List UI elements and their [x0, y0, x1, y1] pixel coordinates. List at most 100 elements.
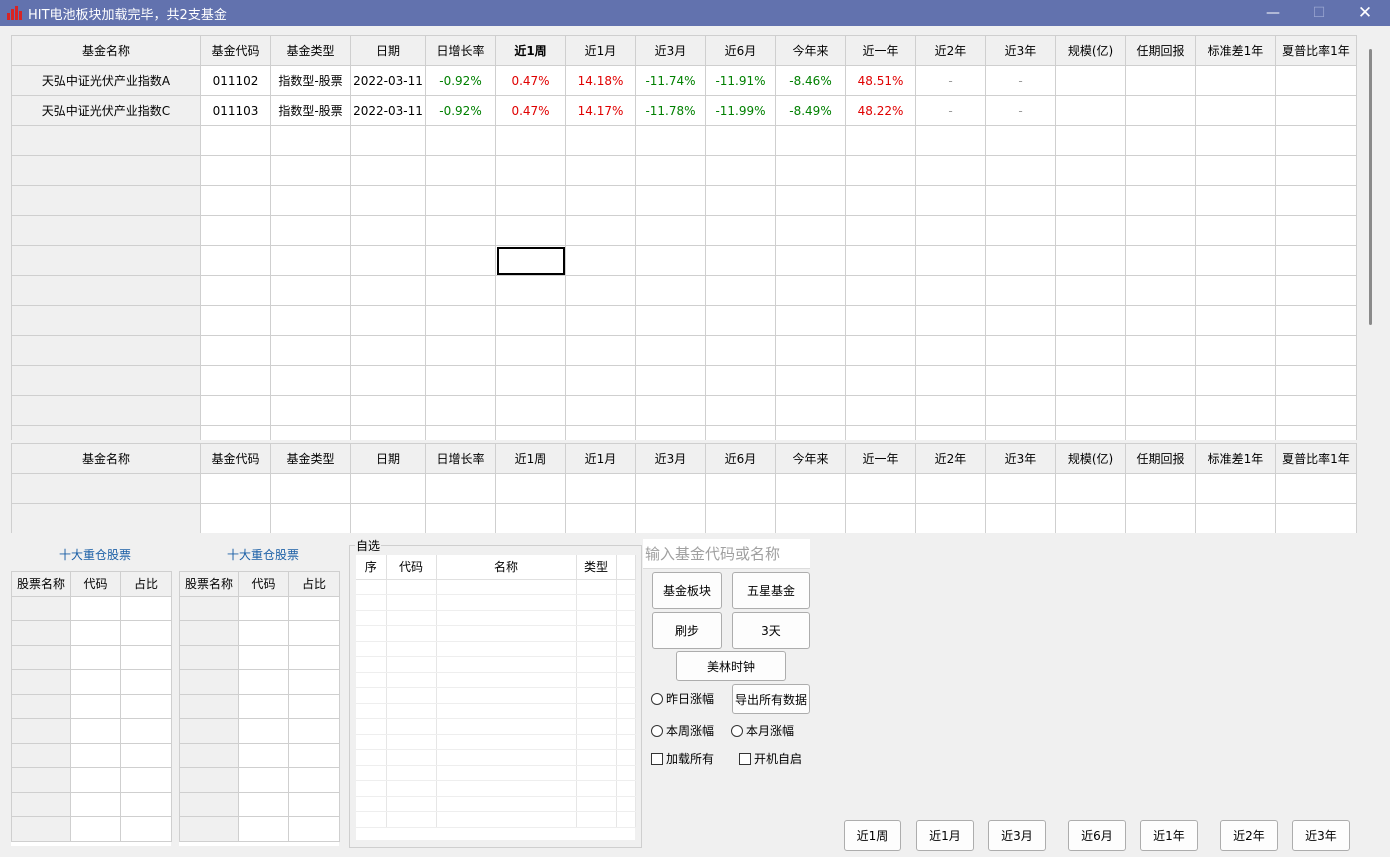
table-row[interactable] — [11, 767, 172, 793]
table-cell[interactable] — [11, 503, 201, 533]
table-cell[interactable] — [1275, 305, 1357, 336]
checkbox-box[interactable] — [739, 752, 751, 765]
column-header[interactable]: 近2年 — [915, 443, 986, 474]
table-cell[interactable] — [1055, 335, 1126, 366]
table-cell[interactable] — [11, 620, 71, 646]
table-cell[interactable] — [11, 245, 201, 276]
fund-sector-button[interactable]: 基金板块 — [652, 572, 722, 609]
table-cell[interactable] — [775, 365, 846, 396]
table-cell[interactable] — [775, 473, 846, 504]
period-button-3m[interactable]: 近3月 — [988, 820, 1046, 851]
table-cell[interactable] — [1195, 395, 1276, 426]
table-cell[interactable] — [436, 749, 577, 766]
table-cell[interactable] — [1275, 215, 1357, 246]
table-cell[interactable]: 011103 — [200, 95, 271, 126]
table-cell[interactable] — [775, 185, 846, 216]
table-cell[interactable] — [1125, 395, 1196, 426]
table-cell[interactable] — [436, 718, 577, 735]
table-cell[interactable]: 指数型-股票 — [270, 95, 351, 126]
table-cell[interactable] — [635, 215, 706, 246]
table-cell[interactable] — [495, 155, 566, 186]
five-star-fund-button[interactable]: 五星基金 — [732, 572, 810, 609]
column-header[interactable]: 基金类型 — [270, 443, 351, 474]
table-row[interactable] — [11, 644, 172, 670]
table-cell[interactable] — [635, 245, 706, 276]
table-cell[interactable] — [775, 125, 846, 156]
list-item[interactable] — [356, 656, 636, 673]
table-cell[interactable] — [120, 693, 172, 719]
table-cell[interactable] — [356, 625, 387, 642]
table-cell[interactable] — [70, 791, 121, 817]
refresh-button[interactable]: 刷步 — [652, 612, 722, 649]
checkbox-box[interactable] — [651, 752, 663, 765]
table-cell[interactable] — [845, 245, 916, 276]
table-cell[interactable] — [616, 656, 636, 673]
table-cell[interactable] — [270, 155, 351, 186]
table-cell[interactable] — [356, 796, 387, 812]
table-cell[interactable] — [120, 620, 172, 646]
table-cell[interactable] — [356, 656, 387, 673]
table-cell[interactable]: - — [915, 95, 986, 126]
table-cell[interactable] — [425, 425, 496, 440]
table-cell[interactable] — [350, 305, 426, 336]
table-cell[interactable] — [356, 811, 387, 828]
table-cell[interactable] — [270, 365, 351, 396]
table-cell[interactable] — [576, 749, 617, 766]
table-cell[interactable] — [200, 275, 271, 306]
table-cell[interactable] — [635, 365, 706, 396]
table-row[interactable] — [11, 125, 1357, 156]
table-cell[interactable] — [985, 365, 1056, 396]
table-row[interactable] — [179, 644, 340, 670]
table-cell[interactable] — [386, 594, 437, 611]
list-item[interactable] — [356, 672, 636, 688]
column-header[interactable]: 基金代码 — [200, 443, 271, 474]
table-cell[interactable] — [70, 595, 121, 621]
table-cell[interactable] — [985, 395, 1056, 426]
table-cell[interactable] — [1195, 305, 1276, 336]
table-cell[interactable] — [565, 425, 636, 440]
table-cell[interactable] — [845, 395, 916, 426]
table-row[interactable] — [11, 669, 172, 695]
table-cell[interactable] — [179, 742, 239, 768]
column-header[interactable]: 任期回报 — [1125, 443, 1196, 474]
table-cell[interactable] — [270, 125, 351, 156]
table-cell[interactable] — [288, 595, 340, 621]
yesterday-change-radio[interactable]: 昨日涨幅 — [651, 690, 714, 707]
table-cell[interactable]: 48.22% — [845, 95, 916, 126]
month-change-radio[interactable]: 本月涨幅 — [731, 722, 794, 739]
table-row[interactable] — [11, 335, 1357, 366]
column-header[interactable]: 代码 — [238, 571, 289, 597]
table-cell[interactable] — [70, 669, 121, 695]
table-cell[interactable] — [845, 185, 916, 216]
table-cell[interactable] — [576, 594, 617, 611]
table-cell[interactable] — [288, 816, 340, 842]
table-cell[interactable] — [845, 125, 916, 156]
table-cell[interactable]: 14.17% — [565, 95, 636, 126]
table-cell[interactable] — [705, 215, 776, 246]
column-header[interactable]: 近3年 — [985, 35, 1056, 66]
table-cell[interactable]: 0.47% — [495, 95, 566, 126]
table-cell[interactable] — [775, 305, 846, 336]
column-header[interactable]: 近2年 — [915, 35, 986, 66]
table-cell[interactable] — [436, 672, 577, 688]
table-cell[interactable] — [915, 125, 986, 156]
column-header[interactable]: 近1月 — [565, 443, 636, 474]
table-cell[interactable] — [425, 275, 496, 306]
table-cell[interactable] — [576, 641, 617, 657]
column-header[interactable]: 近3月 — [635, 35, 706, 66]
table-cell[interactable] — [775, 503, 846, 533]
column-header[interactable]: 占比 — [120, 571, 172, 597]
table-cell[interactable] — [350, 473, 426, 504]
column-header[interactable]: 近1月 — [565, 35, 636, 66]
list-item[interactable] — [356, 625, 636, 642]
table-cell[interactable] — [616, 687, 636, 704]
table-cell[interactable] — [565, 395, 636, 426]
table-cell[interactable] — [985, 305, 1056, 336]
table-cell[interactable] — [386, 749, 437, 766]
table-cell[interactable] — [436, 734, 577, 750]
table-cell[interactable] — [915, 335, 986, 366]
column-header[interactable]: 类型 — [576, 555, 617, 580]
table-cell[interactable] — [576, 610, 617, 626]
table-cell[interactable] — [915, 365, 986, 396]
column-header[interactable]: 今年来 — [775, 443, 846, 474]
